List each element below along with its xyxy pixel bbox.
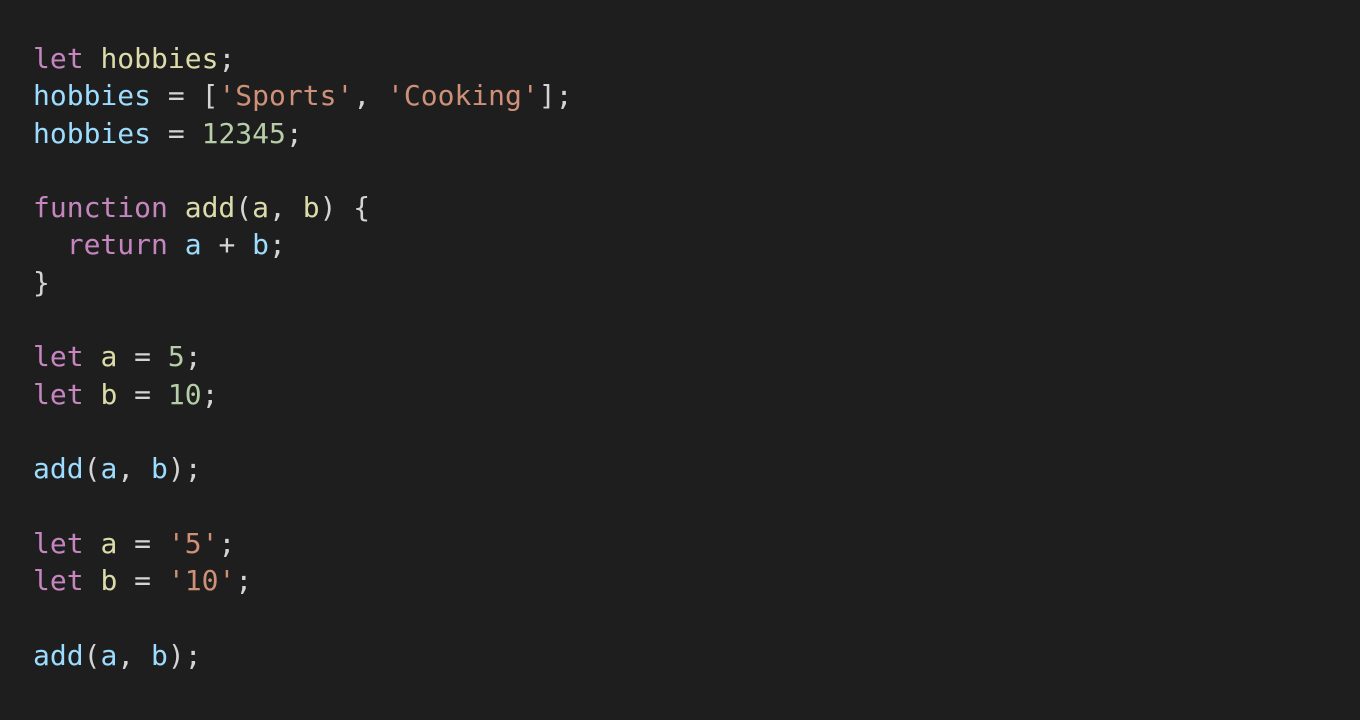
code-token: ,	[353, 79, 388, 113]
code-token: hobbies	[100, 42, 219, 75]
code-token: ];	[538, 79, 573, 113]
code-token: }	[33, 265, 50, 299]
code-token: b	[252, 228, 270, 262]
code-token: (	[83, 638, 101, 672]
code-token: =	[151, 116, 202, 150]
code-line[interactable]: add(a, b);	[33, 450, 1360, 487]
code-line[interactable]	[33, 301, 1360, 338]
code-line[interactable]: let b = '10';	[33, 562, 1360, 599]
code-token: let	[33, 42, 84, 75]
code-token: =	[117, 564, 168, 598]
code-token: (	[83, 452, 101, 486]
code-token: ;	[184, 340, 202, 374]
code-token: '10'	[167, 564, 236, 598]
code-token: 'Sports'	[218, 79, 354, 113]
code-token: );	[167, 638, 202, 672]
code-token: ,	[117, 452, 152, 486]
code-token: ,	[117, 638, 152, 672]
code-token: 5	[167, 340, 185, 374]
code-token: let	[33, 526, 84, 560]
code-editor[interactable]: let hobbies; hobbies = ['Sports', 'Cookin…	[0, 0, 1360, 720]
code-token: hobbies	[33, 116, 152, 150]
code-token: let	[33, 377, 84, 411]
code-token: '5'	[167, 526, 219, 560]
code-token: a	[100, 526, 118, 560]
code-token: function	[33, 191, 168, 225]
code-token: ;	[201, 377, 219, 411]
code-token: b	[151, 638, 168, 672]
code-line[interactable]	[33, 413, 1360, 450]
code-token: ;	[218, 42, 236, 75]
code-token: b	[100, 564, 118, 598]
code-line[interactable]	[33, 599, 1360, 636]
code-token: b	[151, 452, 168, 486]
code-line[interactable]: add(a, b);	[33, 637, 1360, 674]
code-token: ;	[218, 526, 236, 560]
code-token: a	[184, 228, 202, 262]
code-line[interactable]: }	[33, 264, 1360, 301]
code-token: a	[252, 191, 270, 225]
code-token: =	[117, 377, 168, 411]
code-token: add	[33, 452, 84, 486]
code-token: let	[33, 340, 84, 374]
code-token: add	[33, 638, 84, 672]
code-line[interactable]	[33, 488, 1360, 525]
code-token: add	[184, 191, 236, 225]
code-token: 10	[167, 377, 202, 411]
code-block[interactable]: let hobbies; hobbies = ['Sports', 'Cookin…	[33, 40, 1360, 674]
code-line[interactable]: hobbies = ['Sports', 'Cooking'];	[33, 77, 1360, 114]
code-token: =	[117, 526, 168, 560]
code-line[interactable]: let b = 10;	[33, 376, 1360, 413]
code-token: 12345	[201, 116, 286, 150]
code-token: =	[117, 340, 168, 374]
code-token: b	[302, 191, 320, 225]
code-token: let	[33, 564, 84, 598]
code-line[interactable]: let hobbies;	[33, 40, 1360, 77]
code-token: return	[66, 228, 168, 262]
code-token: a	[100, 340, 118, 374]
code-line[interactable]: return a + b;	[33, 226, 1360, 263]
code-token: a	[100, 452, 118, 486]
code-token: b	[100, 377, 118, 411]
code-token: ) {	[319, 191, 371, 225]
code-token: a	[100, 638, 118, 672]
code-token: = [	[151, 79, 219, 113]
code-token: hobbies	[33, 79, 152, 113]
code-line[interactable]: hobbies = 12345;	[33, 115, 1360, 152]
code-token: ;	[269, 228, 286, 262]
code-token: (	[235, 191, 253, 225]
code-line[interactable]: function add(a, b) {	[33, 189, 1360, 226]
code-token: );	[167, 452, 202, 486]
code-token: ;	[235, 564, 253, 598]
code-token: 'Cooking'	[387, 79, 539, 113]
code-line[interactable]: let a = '5';	[33, 525, 1360, 562]
code-token: +	[201, 228, 253, 262]
code-token: ,	[269, 191, 303, 225]
code-line[interactable]	[33, 152, 1360, 189]
code-line[interactable]: let a = 5;	[33, 338, 1360, 375]
code-token: ;	[285, 116, 303, 150]
